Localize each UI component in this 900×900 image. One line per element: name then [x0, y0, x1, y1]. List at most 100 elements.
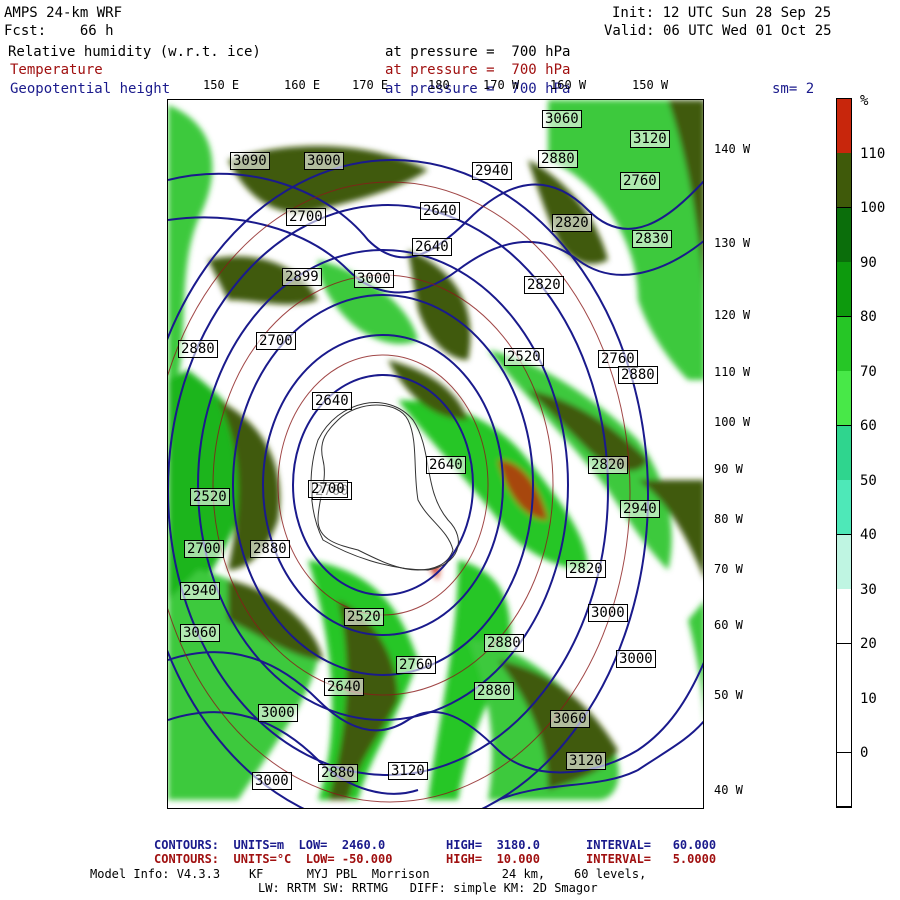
colorbar-segment [837, 534, 851, 590]
height-label: 3090 [230, 152, 270, 170]
colorbar-segment [837, 425, 851, 481]
colorbar-segment [837, 698, 851, 754]
colorbar [836, 98, 852, 808]
lon-ring-label: 130 W [714, 236, 751, 250]
footer-model-info: Model Info: V4.3.3 KF MYJ PBL Morrison 2… [90, 867, 647, 881]
height-label: 3000 [252, 772, 292, 790]
valid-time: Valid: 06 UTC Wed 01 Oct 25 [604, 23, 832, 39]
lon-ring-label: 90 W [714, 462, 743, 476]
height-label: 3000 [258, 704, 298, 722]
colorbar-segment [837, 153, 851, 209]
lon-ring-label: 70 W [714, 562, 743, 576]
height-label: 2820 [588, 456, 628, 474]
height-label: 3060 [180, 624, 220, 642]
model-title: AMPS 24-km WRF [4, 5, 123, 21]
colorbar-label: 100 [860, 200, 886, 216]
height-label: 2640 [324, 678, 364, 696]
colorbar-label: 40 [860, 527, 877, 543]
field-height-name: Geopotential height [10, 81, 171, 97]
colorbar-segment [837, 262, 851, 318]
lon-label: 160 E [284, 78, 321, 92]
colorbar-label: 60 [860, 418, 877, 434]
colorbar-segment [837, 480, 851, 536]
height-label: 3000 [304, 152, 344, 170]
height-label: 3000 [616, 650, 656, 668]
height-label: 2700 [184, 540, 224, 558]
lon-label: 150 E [203, 78, 240, 92]
init-time: Init: 12 UTC Sun 28 Sep 25 [612, 5, 832, 21]
field-temp-level: at pressure = 700 hPa [385, 62, 571, 78]
colorbar-label: 0 [860, 745, 869, 761]
lon-ring-label: 40 W [714, 783, 743, 797]
forecast-hour: Fcst: 66 h [4, 23, 114, 39]
field-height-level: at pressure = 700 hPa [385, 81, 571, 97]
lon-label: 170 W [483, 78, 520, 92]
height-label: 2640 [412, 238, 452, 256]
lon-ring-label: 100 W [714, 415, 751, 429]
lon-ring-label: 110 W [714, 365, 751, 379]
height-label: 2899 [282, 268, 322, 286]
lon-label: 150 W [632, 78, 669, 92]
colorbar-segment [837, 752, 851, 808]
colorbar-label: 50 [860, 473, 877, 489]
height-label: 2820 [566, 560, 606, 578]
lon-ring-label: 140 W [714, 142, 751, 156]
colorbar-segment [837, 643, 851, 699]
colorbar-label: 70 [860, 364, 877, 380]
height-label: 2880 [178, 340, 218, 358]
height-label: 2880 [538, 150, 578, 168]
height-label: 2880 [250, 540, 290, 558]
height-label: 2760 [396, 656, 436, 674]
height-label: 2520 [344, 608, 384, 626]
lon-label: 180 [428, 78, 450, 92]
height-label: 2640 [312, 392, 352, 410]
height-label: 2520 [190, 488, 230, 506]
height-label: 2820 [552, 214, 592, 232]
height-label: 2880 [318, 764, 358, 782]
lon-ring-label: 120 W [714, 308, 751, 322]
height-label: 2700 [286, 208, 326, 226]
footer-height-high: HIGH= 3180.0 [446, 838, 540, 852]
colorbar-segment [837, 316, 851, 372]
height-label: 2820 [524, 276, 564, 294]
colorbar-unit: % [860, 93, 869, 109]
colorbar-segment [837, 371, 851, 427]
height-label: 3000 [354, 270, 394, 288]
height-label: 2880 [618, 366, 658, 384]
footer-temp-interval: INTERVAL= 5.0000 [586, 852, 717, 866]
footer-temp-high: HIGH= 10.000 [446, 852, 540, 866]
height-label: 2940 [620, 500, 660, 518]
lon-ring-label: 50 W [714, 688, 743, 702]
lon-ring-label: 60 W [714, 618, 743, 632]
height-label: 2830 [632, 230, 672, 248]
field-temp-name: Temperature [10, 62, 103, 78]
height-label: 3120 [630, 130, 670, 148]
colorbar-label: 80 [860, 309, 877, 325]
colorbar-segment [837, 99, 851, 154]
footer-physics-info: LW: RRTM SW: RRTMG DIFF: simple KM: 2D S… [258, 881, 598, 895]
lon-ring-label: 80 W [714, 512, 743, 526]
footer-temp-contours: CONTOURS: UNITS=°C LOW= -50.000 [154, 852, 393, 866]
lon-label: 170 E [352, 78, 389, 92]
height-label: 2760 [620, 172, 660, 190]
footer-height-contours: CONTOURS: UNITS=m LOW= 2460.0 [154, 838, 386, 852]
colorbar-segment [837, 589, 851, 645]
colorbar-label: 90 [860, 255, 877, 271]
height-label: 2940 [180, 582, 220, 600]
smoothing-label: sm= 2 [772, 81, 815, 97]
height-label: 2520 [504, 348, 544, 366]
field-rh-name: Relative humidity (w.r.t. ice) [8, 44, 261, 60]
height-label: 2940 [472, 162, 512, 180]
colorbar-segment [837, 207, 851, 263]
height-label: 3120 [566, 752, 606, 770]
colorbar-label: 10 [860, 691, 877, 707]
height-label: 2640 [426, 456, 466, 474]
height-label: 2640 [420, 202, 460, 220]
footer-height-interval: INTERVAL= 60.000 [586, 838, 717, 852]
height-label: 2700 [308, 480, 348, 498]
height-label: 3120 [388, 762, 428, 780]
colorbar-label: 30 [860, 582, 877, 598]
colorbar-label: 110 [860, 146, 886, 162]
height-label: 3000 [588, 604, 628, 622]
height-label: 3060 [542, 110, 582, 128]
